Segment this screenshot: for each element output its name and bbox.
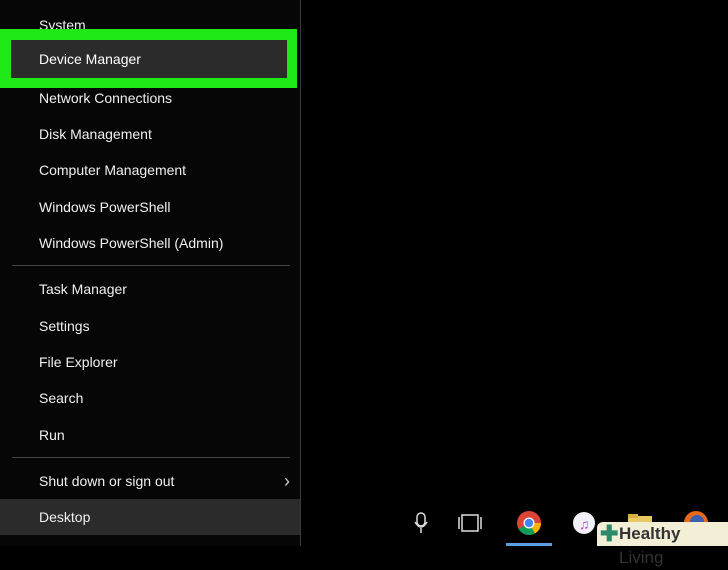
watermark-brand2: Living: [619, 548, 664, 567]
divider: [12, 457, 290, 458]
menu-item-disk-management[interactable]: Disk Management: [0, 116, 300, 152]
menu-item-task-manager[interactable]: Task Manager: [0, 271, 300, 307]
menu-item-powershell-admin[interactable]: Windows PowerShell (Admin): [0, 225, 300, 261]
menu-item-device-manager[interactable]: Device Manager: [11, 40, 287, 78]
task-view-icon[interactable]: [447, 503, 493, 543]
microphone-icon[interactable]: [398, 503, 444, 543]
menu-item-run[interactable]: Run: [0, 417, 300, 453]
menu-item-file-explorer[interactable]: File Explorer: [0, 344, 300, 380]
menu-item-search[interactable]: Search: [0, 380, 300, 416]
divider: [12, 265, 290, 266]
menu-item-computer-management[interactable]: Computer Management: [0, 152, 300, 188]
chevron-right-icon: ›: [284, 471, 290, 491]
menu-item-powershell[interactable]: Windows PowerShell: [0, 189, 300, 225]
watermark-logo: ✚ Healthy Living: [597, 521, 728, 567]
menu-item-shut-down[interactable]: Shut down or sign out ›: [0, 463, 300, 499]
shut-down-label: Shut down or sign out: [39, 473, 175, 489]
watermark-brand: Healthy: [619, 524, 681, 543]
svg-text:♫: ♫: [579, 516, 590, 532]
highlight-box: Device Manager: [0, 29, 297, 88]
menu-item-settings[interactable]: Settings: [0, 308, 300, 344]
chrome-icon[interactable]: [506, 503, 552, 546]
menu-item-desktop[interactable]: Desktop: [0, 499, 300, 535]
plus-icon: ✚: [600, 521, 619, 546]
